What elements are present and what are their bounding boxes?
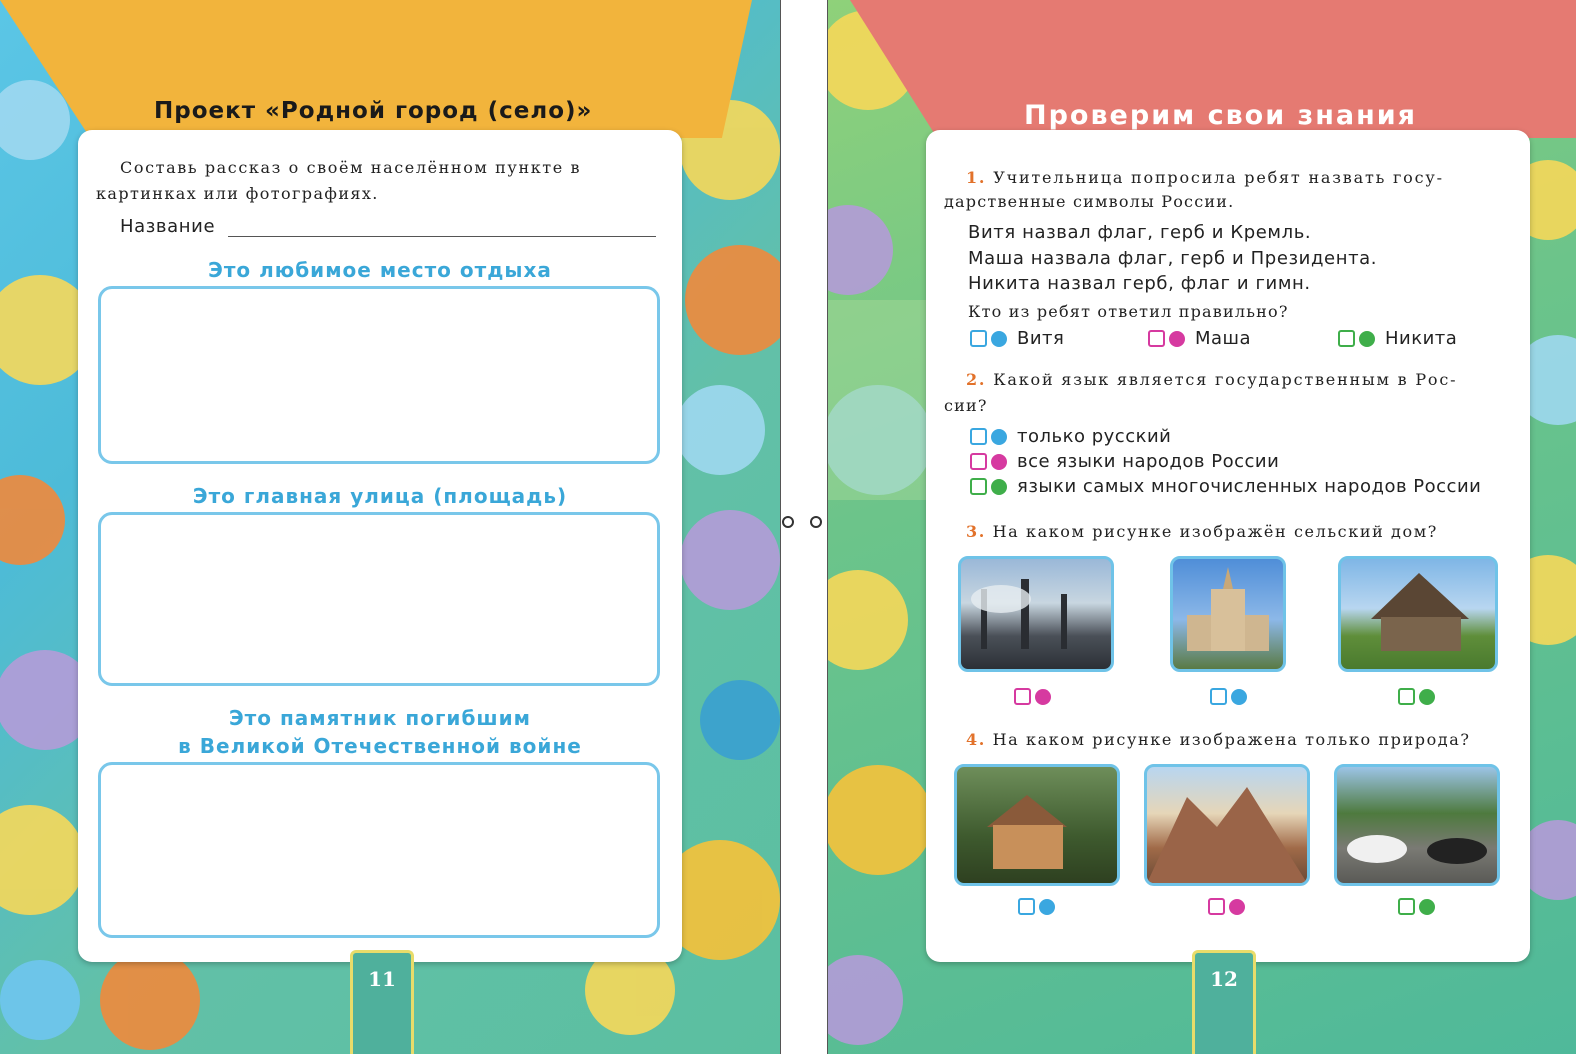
question-2-line2: сии?: [944, 396, 988, 415]
checkbox-icon: [1338, 330, 1355, 347]
question-2-line1: 2. Какой язык является государственным в…: [966, 370, 1458, 389]
dot-icon: [1035, 688, 1051, 705]
page-number: 12: [1192, 950, 1256, 1054]
skyscraper-photo[interactable]: [1170, 556, 1286, 672]
left-page-title: Проект «Родной город (село)»: [154, 98, 593, 124]
checkbox-icon: [1398, 898, 1415, 915]
binding-mark-icon: [782, 516, 794, 528]
question-1-line1: 1. Учительница попросила ребят назвать г…: [966, 168, 1444, 187]
checkbox-icon: [1014, 688, 1031, 705]
mountains-photo[interactable]: [1144, 764, 1310, 886]
checkbox-icon: [970, 478, 987, 495]
checkbox-icon: [1208, 898, 1225, 915]
name-label: Название: [120, 216, 216, 237]
q1-option-vitya[interactable]: Витя: [970, 328, 1064, 349]
q3-option-skyscraper[interactable]: [1210, 688, 1247, 705]
q2-option-all-languages[interactable]: все языки народов России: [970, 451, 1279, 472]
dot-icon: [991, 330, 1007, 347]
binding-mark-icon: [810, 516, 822, 528]
checkbox-icon: [1398, 688, 1415, 705]
intro-text-line2: картинках или фотографиях.: [96, 184, 379, 203]
checkbox-icon: [970, 428, 987, 445]
right-page: Проверим свои знания 1. Учительница попр…: [828, 0, 1576, 1054]
checkbox-icon: [1148, 330, 1165, 347]
left-page: Проект «Родной город (село)» Составь рас…: [0, 0, 780, 1054]
dot-icon: [1229, 898, 1245, 915]
dot-icon: [991, 478, 1007, 495]
drawing-box-monument[interactable]: [98, 762, 660, 938]
q1-statement-c: Никита назвал герб, флаг и гимн.: [968, 273, 1311, 294]
question-4: 4. На каком рисунке изображена только пр…: [966, 730, 1471, 749]
drawing-box-main-street[interactable]: [98, 512, 660, 686]
name-input-line[interactable]: [228, 236, 656, 237]
q2-option-largest-peoples[interactable]: языки самых многочисленных народов Росси…: [970, 476, 1481, 497]
drawing-box-rest-place[interactable]: [98, 286, 660, 464]
race-cars-photo[interactable]: [1334, 764, 1500, 886]
dot-icon: [1169, 330, 1185, 347]
right-content-card: 1. Учительница попросила ребят назвать г…: [926, 130, 1530, 962]
page-number: 11: [350, 950, 414, 1054]
question-1-line2: дарственные символы России.: [944, 192, 1235, 211]
checkbox-icon: [970, 330, 987, 347]
dot-icon: [1419, 688, 1435, 705]
dot-icon: [1359, 330, 1375, 347]
house-in-forest-photo[interactable]: [954, 764, 1120, 886]
q2-option-only-russian[interactable]: только русский: [970, 426, 1171, 447]
dot-icon: [1231, 688, 1247, 705]
checkbox-icon: [1210, 688, 1227, 705]
q4-option-house-forest[interactable]: [1018, 898, 1055, 915]
section-heading-rest-place: Это любимое место отдыха: [208, 258, 552, 282]
dot-icon: [1039, 898, 1055, 915]
q3-option-factory[interactable]: [1014, 688, 1051, 705]
q1-option-masha[interactable]: Маша: [1148, 328, 1251, 349]
village-house-photo[interactable]: [1338, 556, 1498, 672]
right-page-title: Проверим свои знания: [1024, 100, 1418, 131]
q1-prompt: Кто из ребят ответил правильно?: [968, 302, 1289, 321]
checkbox-icon: [1018, 898, 1035, 915]
dot-icon: [991, 453, 1007, 470]
q1-statement-a: Витя назвал флаг, герб и Кремль.: [968, 222, 1312, 243]
q3-option-village-house[interactable]: [1398, 688, 1435, 705]
checkbox-icon: [970, 453, 987, 470]
q4-option-race-cars[interactable]: [1398, 898, 1435, 915]
intro-text-line1: Составь рассказ о своём населённом пункт…: [120, 158, 582, 177]
dot-icon: [1419, 898, 1435, 915]
factory-photo[interactable]: [958, 556, 1114, 672]
q1-option-nikita[interactable]: Никита: [1338, 328, 1457, 349]
q4-option-mountains[interactable]: [1208, 898, 1245, 915]
book-gutter: [780, 0, 828, 1054]
section-heading-monument-line1: Это памятник погибшим: [228, 706, 532, 730]
section-heading-main-street: Это главная улица (площадь): [192, 484, 568, 508]
question-3: 3. На каком рисунке изображён сельский д…: [966, 522, 1438, 541]
dot-icon: [991, 428, 1007, 445]
section-heading-monument-line2: в Великой Отечественной войне: [178, 734, 582, 758]
q1-statement-b: Маша назвала флаг, герб и Президента.: [968, 248, 1378, 269]
left-content-card: Составь рассказ о своём населённом пункт…: [78, 130, 682, 962]
